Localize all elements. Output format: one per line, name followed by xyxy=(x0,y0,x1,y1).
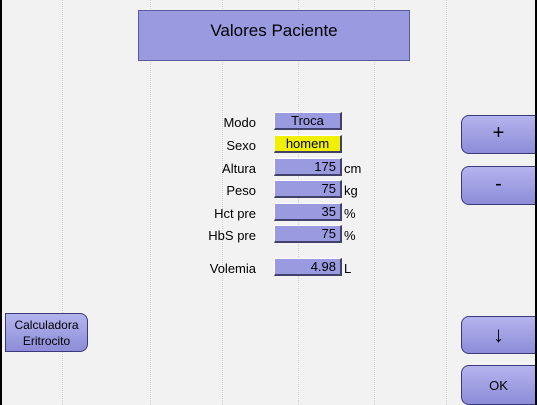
ok-label: OK xyxy=(489,378,508,393)
weight-unit: kg xyxy=(344,183,358,198)
hct-pre-field[interactable]: 35 xyxy=(274,203,342,221)
hct-pre-label: Hct pre xyxy=(214,206,256,221)
hbs-pre-field[interactable]: 75 xyxy=(274,225,342,243)
blood-volume-label: Volemia xyxy=(209,261,256,276)
sex-label: Sexo xyxy=(226,138,256,153)
minus-icon: - xyxy=(495,173,502,195)
blood-volume-unit: L xyxy=(344,261,352,276)
decrement-button[interactable]: - xyxy=(461,166,535,205)
calculator-label-line1: Calculadora xyxy=(14,318,79,332)
hbs-pre-label: HbS pre xyxy=(208,228,256,243)
grid-line xyxy=(446,0,447,405)
height-unit: cm xyxy=(344,161,362,176)
scroll-down-button[interactable]: ↓ xyxy=(461,316,535,354)
hbs-pre-unit: % xyxy=(344,228,356,243)
weight-label: Peso xyxy=(226,183,256,198)
calculator-label-line2: Eritrocito xyxy=(22,334,71,348)
mode-label: Modo xyxy=(223,115,256,130)
blood-volume-field: 4.98 xyxy=(274,258,342,276)
height-label: Altura xyxy=(222,161,256,176)
patient-values-screen: Valores Paciente Modo Troca Sexo homem A… xyxy=(2,0,535,405)
mode-field[interactable]: Troca xyxy=(274,112,342,130)
calculator-button[interactable]: Calculadora Eritrocito xyxy=(5,313,88,352)
increment-button[interactable]: + xyxy=(461,115,535,154)
page-title: Valores Paciente xyxy=(210,21,338,40)
weight-field[interactable]: 75 xyxy=(274,180,342,198)
hct-pre-unit: % xyxy=(344,206,356,221)
sex-field[interactable]: homem xyxy=(274,135,342,153)
arrow-down-icon: ↓ xyxy=(493,322,504,347)
ok-button[interactable]: OK xyxy=(461,365,535,405)
height-field[interactable]: 175 xyxy=(274,158,342,176)
page-title-box: Valores Paciente xyxy=(138,10,410,61)
plus-icon: + xyxy=(492,122,505,144)
